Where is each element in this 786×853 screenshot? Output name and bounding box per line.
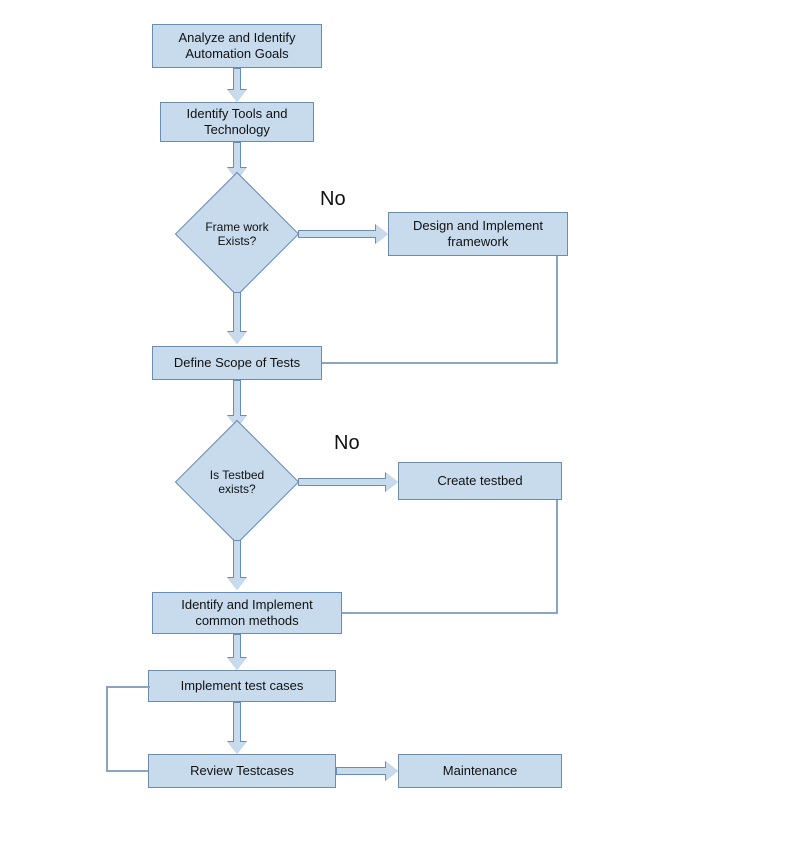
node-review-testcases: Review Testcases: [148, 754, 336, 788]
node-define-scope: Define Scope of Tests: [152, 346, 322, 380]
node-common-methods: Identify and Implement common methods: [152, 592, 342, 634]
no-text: No: [320, 188, 346, 210]
edge-label-no: No: [334, 432, 360, 455]
node-label: Identify and Implement common methods: [159, 597, 335, 628]
node-label: Create testbed: [437, 473, 522, 489]
node-label: Maintenance: [443, 763, 517, 779]
node-implement-testcases: Implement test cases: [148, 670, 336, 702]
connector-line: [106, 686, 150, 688]
arrow-down-icon: [230, 702, 244, 754]
connector-line: [318, 362, 558, 364]
connector-line: [556, 256, 558, 364]
decision-framework-exists: [175, 172, 299, 296]
arrow-right-icon: [298, 475, 398, 489]
edge-label-no: No: [320, 188, 346, 211]
flowchart-canvas: Analyze and Identify Automation Goals Id…: [0, 0, 786, 853]
arrow-down-icon: [230, 292, 244, 344]
no-text: No: [334, 432, 360, 454]
node-analyze-goals: Analyze and Identify Automation Goals: [152, 24, 322, 68]
arrow-down-icon: [230, 634, 244, 670]
node-identify-tools: Identify Tools and Technology: [160, 102, 314, 142]
arrow-down-icon: [230, 68, 244, 102]
connector-line: [556, 500, 558, 614]
node-maintenance: Maintenance: [398, 754, 562, 788]
connector-line: [338, 612, 558, 614]
node-label: Analyze and Identify Automation Goals: [159, 30, 315, 61]
arrow-right-icon: [298, 227, 388, 241]
decision-testbed-exists: [175, 420, 299, 544]
arrow-right-icon: [336, 764, 398, 778]
node-label: Define Scope of Tests: [174, 355, 300, 371]
node-label: Identify Tools and Technology: [167, 106, 307, 137]
node-create-testbed: Create testbed: [398, 462, 562, 500]
arrow-down-icon: [230, 540, 244, 590]
node-label: Implement test cases: [181, 678, 304, 694]
connector-line: [106, 770, 150, 772]
connector-line: [106, 686, 108, 772]
node-design-framework: Design and Implement framework: [388, 212, 568, 256]
node-label: Design and Implement framework: [395, 218, 561, 249]
node-label: Review Testcases: [190, 763, 294, 779]
